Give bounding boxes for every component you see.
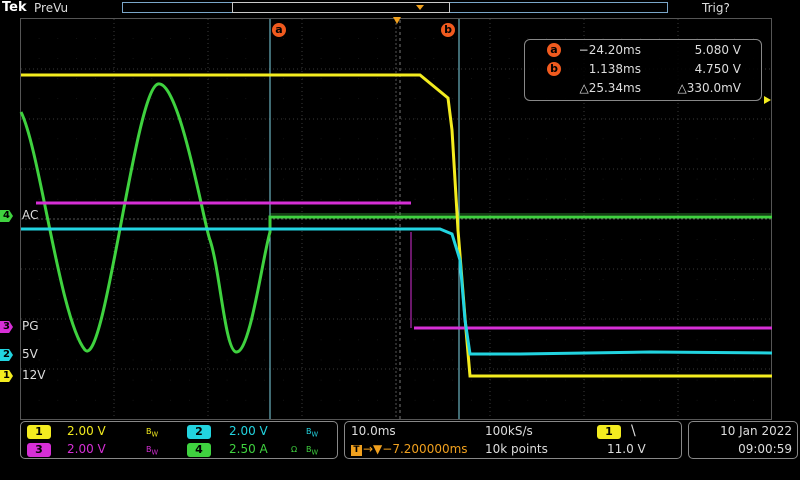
cursor-b-time: 1.138ms [588,62,641,76]
cursor-delta-time: △25.34ms [579,81,641,95]
sample-rate: 100kS/s [485,424,533,438]
ch2-label: 5V [22,347,38,361]
cursor-b-value: 4.750 V [694,62,741,76]
cursor-b-row: b 1.138ms 4.750 V [525,62,761,78]
horizontal-scale[interactable]: 10.0ms [351,424,396,438]
ch1-scale[interactable]: 2.00 V [67,424,106,438]
ch1-badge[interactable]: 1 [27,425,51,439]
record-trigger-marker [416,5,424,10]
timebase-trigger-box[interactable]: 10.0ms 100kS/s T →▼−7.200000ms 10k point… [344,421,682,459]
channel-settings-box[interactable]: 1 2.00 V BW 2 2.00 V BW 3 2.00 V BW 4 2.… [20,421,338,459]
ch3-label: PG [22,319,39,333]
ch4-badge[interactable]: 4 [187,443,211,457]
trigger-level[interactable]: 11.0 V [607,442,646,456]
ch2-scale[interactable]: 2.00 V [229,424,268,438]
ohm-icon: Ω [291,445,298,454]
trigger-t-icon: T [351,445,362,456]
ch4-scale[interactable]: 2.50 A [229,442,268,456]
cursor-a-row: a −24.20ms 5.080 V [525,43,761,59]
cursor-delta-row: △25.34ms △330.0mV [525,81,761,97]
ch4-bw-icon: BW [306,445,319,457]
trigger-source-badge[interactable]: 1 [597,425,621,439]
ch1-bw-icon: BW [146,427,159,439]
horizontal-delay[interactable]: →▼−7.200000ms [363,442,468,456]
ch3-badge[interactable]: 3 [27,443,51,457]
ch2-badge[interactable]: 2 [187,425,211,439]
ch3-bw-icon: BW [146,445,159,457]
datetime-box: 10 Jan 2022 09:00:59 [688,421,798,459]
ch4-label: AC [22,208,39,222]
ch3-scale[interactable]: 2.00 V [67,442,106,456]
cursor-a-value: 5.080 V [694,43,741,57]
cursor-delta-value: △330.0mV [677,81,741,95]
cursor-a-tag[interactable]: a [272,23,286,37]
ch1-label: 12V [22,368,46,382]
cursor-b-tag[interactable]: b [441,23,455,37]
cursor-a-icon: a [547,43,561,57]
cursor-readout[interactable]: a −24.20ms 5.080 V b 1.138ms 4.750 V △25… [524,39,762,101]
cursor-a-time: −24.20ms [578,43,641,57]
date-text: 10 Jan 2022 [720,424,792,438]
cursor-b-icon: b [547,62,561,76]
bottom-status-panel: 1 2.00 V BW 2 2.00 V BW 3 2.00 V BW 4 2.… [0,420,800,480]
record-length: 10k points [485,442,548,456]
time-text: 09:00:59 [738,442,792,456]
ch2-bw-icon: BW [306,427,319,439]
falling-edge-icon: \ [631,423,636,439]
